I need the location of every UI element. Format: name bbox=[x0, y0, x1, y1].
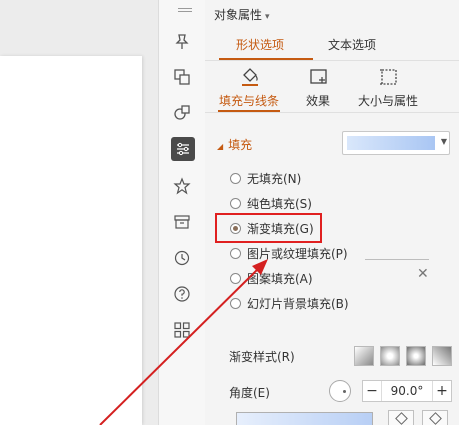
apps-icon[interactable] bbox=[172, 320, 192, 340]
subtab-fill-line[interactable]: 填充与线条 bbox=[219, 92, 279, 109]
objects-icon[interactable] bbox=[172, 103, 192, 123]
remove-gradient-stop-button[interactable] bbox=[422, 410, 448, 425]
gradient-style-linear-button[interactable] bbox=[354, 346, 374, 366]
angle-label: 角度(E) bbox=[229, 386, 270, 400]
radio-picture-texture-fill[interactable]: 图片或纹理填充(P) bbox=[230, 244, 348, 262]
radio-label: 纯色填充(S) bbox=[247, 196, 312, 211]
radio-button[interactable] bbox=[230, 172, 241, 184]
tab-shape-options[interactable]: 形状选项 bbox=[236, 36, 284, 53]
radio-label: 图片或纹理填充(P) bbox=[247, 246, 348, 261]
gradient-style-path-button[interactable] bbox=[432, 346, 452, 366]
gradient-preset-dropdown[interactable]: ▼ bbox=[342, 131, 450, 155]
effects-icon[interactable] bbox=[308, 66, 330, 88]
document-canvas[interactable] bbox=[0, 0, 158, 425]
star-icon[interactable] bbox=[172, 176, 192, 196]
side-toolbar bbox=[158, 0, 206, 425]
help-icon[interactable] bbox=[172, 284, 192, 304]
chevron-down-icon[interactable]: ▼ bbox=[441, 137, 447, 146]
gradient-swatch bbox=[347, 136, 435, 150]
angle-dial[interactable] bbox=[329, 380, 351, 402]
fill-section-header[interactable]: ◢ 填充 bbox=[217, 136, 252, 153]
radio-label: 图案填充(A) bbox=[247, 271, 313, 286]
panel-title[interactable]: 对象属性 ▾ bbox=[214, 6, 270, 23]
archive-icon[interactable] bbox=[172, 212, 192, 232]
divider bbox=[205, 112, 459, 113]
radio-button[interactable] bbox=[230, 197, 241, 209]
radio-no-fill[interactable]: 无填充(N) bbox=[230, 169, 301, 187]
radio-slide-background-fill[interactable]: 幻灯片背景填充(B) bbox=[230, 294, 349, 312]
document-page[interactable] bbox=[0, 56, 142, 425]
radio-pattern-fill[interactable]: 图案填充(A) bbox=[230, 269, 313, 287]
divider bbox=[205, 60, 459, 61]
angle-increase-button[interactable]: + bbox=[433, 383, 451, 399]
close-icon[interactable]: ✕ bbox=[417, 266, 429, 282]
radio-solid-fill[interactable]: 纯色填充(S) bbox=[230, 194, 312, 212]
history-icon[interactable] bbox=[172, 248, 192, 268]
angle-decrease-button[interactable]: − bbox=[363, 383, 381, 399]
radio-button[interactable] bbox=[230, 272, 241, 284]
divider bbox=[365, 259, 429, 260]
add-gradient-stop-button[interactable] bbox=[388, 410, 414, 425]
properties-icon[interactable] bbox=[171, 137, 195, 161]
gradient-style-label: 渐变样式(R) bbox=[229, 350, 295, 364]
radio-button[interactable] bbox=[230, 247, 241, 259]
panel-title-text: 对象属性 bbox=[214, 8, 263, 22]
size-properties-icon[interactable] bbox=[378, 66, 400, 88]
subtab-effects[interactable]: 效果 bbox=[306, 92, 330, 109]
angle-stepper[interactable]: − 90.0° + bbox=[362, 380, 452, 402]
pin-icon[interactable] bbox=[172, 32, 192, 52]
paint-bucket-icon[interactable] bbox=[239, 66, 261, 88]
collapse-triangle-icon[interactable]: ◢ bbox=[217, 142, 223, 151]
radio-button[interactable] bbox=[230, 297, 241, 309]
fill-section-label: 填充 bbox=[228, 138, 253, 152]
radio-label: 幻灯片背景填充(B) bbox=[247, 296, 349, 311]
object-properties-panel: 对象属性 ▾ 形状选项 文本选项 填充与线条 效果 大小与属性 ◢ 填充 ▼ 无填充… bbox=[205, 0, 459, 425]
radio-label: 无填充(N) bbox=[247, 171, 302, 186]
gradient-style-radial-button[interactable] bbox=[380, 346, 400, 366]
subtab-size-properties[interactable]: 大小与属性 bbox=[358, 92, 418, 109]
shapes-icon[interactable] bbox=[172, 67, 192, 87]
gradient-style-rectangular-button[interactable] bbox=[406, 346, 426, 366]
angle-value[interactable]: 90.0° bbox=[381, 381, 433, 401]
grip-handle-icon[interactable] bbox=[178, 8, 192, 14]
annotation-highlight-box bbox=[215, 213, 322, 243]
gradient-stops-bar[interactable] bbox=[236, 412, 373, 425]
tab-text-options[interactable]: 文本选项 bbox=[328, 36, 376, 53]
chevron-down-icon[interactable]: ▾ bbox=[265, 12, 270, 22]
